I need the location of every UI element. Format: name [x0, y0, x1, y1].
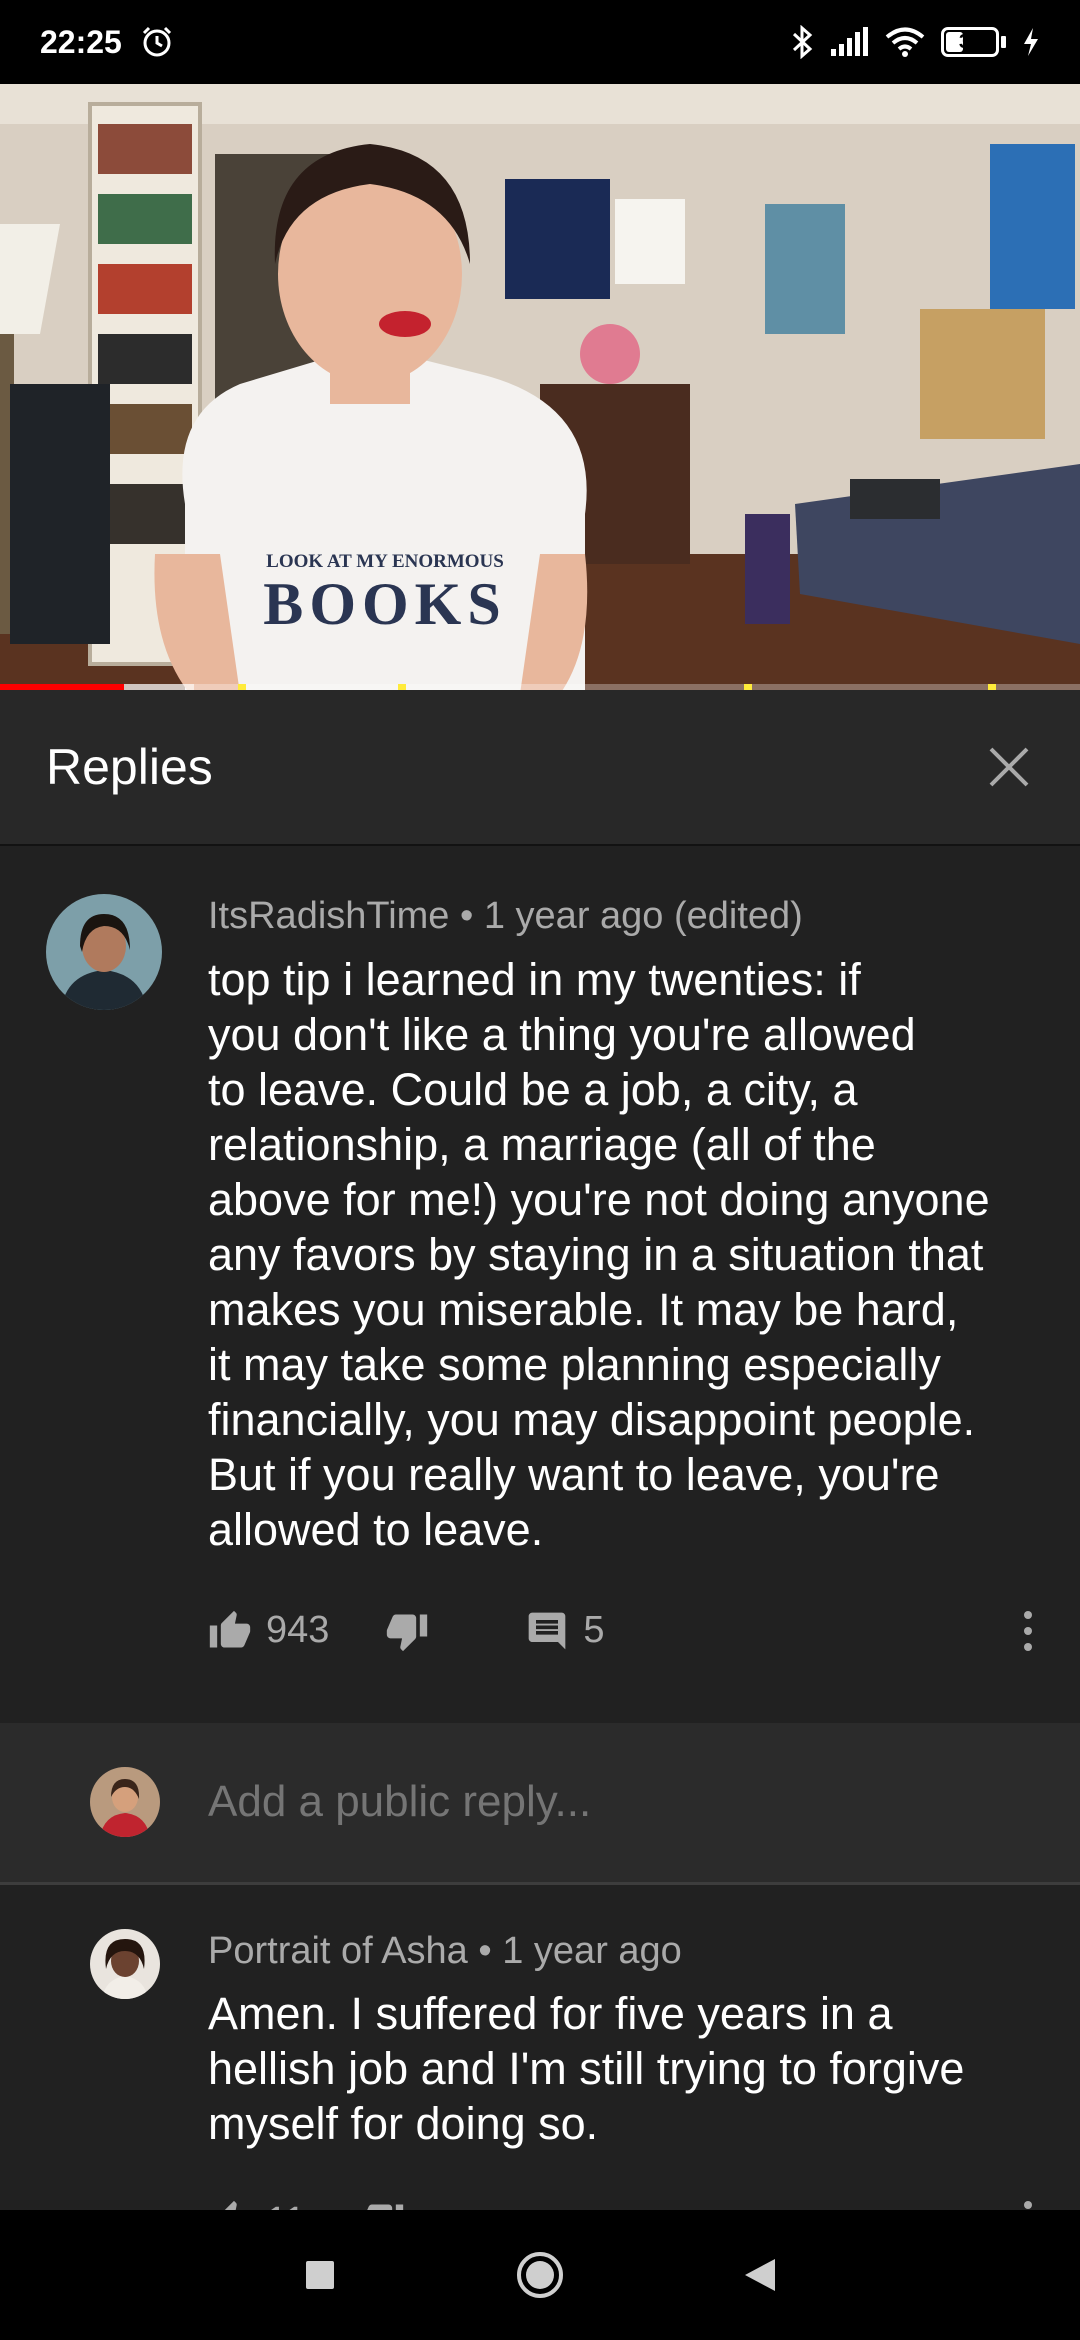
comment-line: it may take some planning especially: [208, 1338, 941, 1390]
thumbs-down-icon: [367, 2204, 404, 2210]
alarm-icon: [142, 26, 171, 57]
close-button[interactable]: [984, 742, 1034, 792]
comment-line: any favors by staying in a situation tha…: [208, 1228, 984, 1280]
reply-count: 5: [583, 1609, 605, 1652]
comment-line: top tip i learned in my twenties: if: [208, 953, 861, 1005]
reply-count-button[interactable]: 5: [525, 1609, 605, 1653]
status-bar: 22:25 36: [0, 0, 1080, 84]
comment-line: above for me!) you're not doing anyone: [208, 1173, 990, 1225]
user-avatar: [90, 1767, 160, 1838]
reply-line: hellish job and I'm still trying to forg…: [208, 2043, 965, 2095]
replies-header: Replies: [0, 690, 1080, 846]
comment-line: you don't like a thing you're allowed: [208, 1008, 916, 1060]
comment-icon: [529, 1612, 566, 1649]
thumbs-up-icon: [209, 1610, 251, 1648]
shirt-text-bottom: BOOKS: [263, 571, 506, 637]
wifi-icon: [885, 27, 925, 57]
thumbs-down-icon: [387, 1614, 428, 1651]
replies-panel: Replies ItsRadishTime • 1 year ago (edit…: [0, 690, 1080, 2210]
signal-icon: [831, 27, 868, 56]
comment-line: makes you miserable. It may be hard,: [208, 1283, 959, 1335]
reply-comment: Portrait of Asha • 1 year ago Amen. I su…: [0, 1885, 1080, 2210]
comment-time: 1 year ago (edited): [483, 895, 803, 937]
square-icon: [306, 2261, 334, 2289]
add-reply-row: [0, 1722, 1080, 1885]
avatar[interactable]: [46, 894, 162, 1010]
like-count: 943: [266, 1609, 330, 1652]
comment-line: relationship, a marriage (all of the: [208, 1118, 876, 1170]
more-options-button[interactable]: [994, 2191, 1034, 2210]
reply-line: myself for doing so.: [208, 2098, 599, 2150]
battery-icon: 36: [941, 27, 1006, 57]
like-button[interactable]: 943: [208, 1609, 329, 1653]
comment-line: But if you really want to leave, you're: [208, 1448, 940, 1500]
close-icon: [989, 747, 1029, 787]
recents-button[interactable]: [285, 2240, 355, 2310]
comment-actions: 943 5: [208, 1601, 1034, 1661]
dislike-button[interactable]: [385, 1609, 429, 1653]
thumbs-up-icon: [225, 2201, 237, 2210]
dislike-button[interactable]: [361, 2199, 405, 2210]
meta-separator: •: [467, 1929, 503, 1972]
back-button[interactable]: [725, 2240, 795, 2310]
triangle-back-icon: [745, 2259, 775, 2291]
battery-level: 36: [958, 30, 982, 53]
reply-author[interactable]: Portrait of Asha: [208, 1930, 468, 1972]
reply-meta: Portrait of Asha • 1 year ago: [208, 1929, 1034, 1975]
more-vertical-icon: [1024, 1610, 1032, 1651]
comment-line: allowed to leave.: [208, 1503, 544, 1555]
avatar[interactable]: [90, 1928, 160, 1999]
parent-comment: ItsRadishTime • 1 year ago (edited) top …: [0, 846, 1080, 1661]
reply-time: 1 year ago: [502, 1929, 682, 1972]
comment-line: financially, you may disappoint people.: [208, 1393, 976, 1445]
replies-title: Replies: [46, 739, 213, 795]
comment-line: to leave. Could be a job, a city, a: [208, 1063, 858, 1115]
video-player[interactable]: LOOK AT MY ENORMOUS BOOKS: [0, 84, 1080, 690]
comment-meta: ItsRadishTime • 1 year ago (edited): [208, 894, 1034, 940]
shirt-text-top: LOOK AT MY ENORMOUS: [266, 551, 504, 572]
meta-separator: •: [449, 895, 484, 937]
home-button[interactable]: [505, 2240, 575, 2310]
status-time: 22:25: [40, 23, 122, 60]
circle-icon: [517, 2252, 563, 2298]
system-nav-bar: [0, 2210, 1080, 2340]
more-vertical-icon: [1024, 2201, 1032, 2210]
comment-author[interactable]: ItsRadishTime: [208, 895, 449, 937]
bluetooth-icon: [792, 25, 813, 59]
charging-icon: [1024, 28, 1038, 56]
reply-input[interactable]: [208, 1777, 1008, 1828]
like-button[interactable]: 11: [208, 2199, 305, 2210]
like-count: 11: [266, 2200, 305, 2210]
reply-actions: 11: [208, 2191, 1034, 2210]
reply-line: Amen. I suffered for five years in a: [208, 1988, 893, 2040]
comment-text: top tip i learned in my twenties: if you…: [208, 952, 1034, 1557]
more-options-button[interactable]: [994, 1601, 1034, 1661]
reply-text: Amen. I suffered for five years in a hel…: [208, 1986, 1034, 2151]
